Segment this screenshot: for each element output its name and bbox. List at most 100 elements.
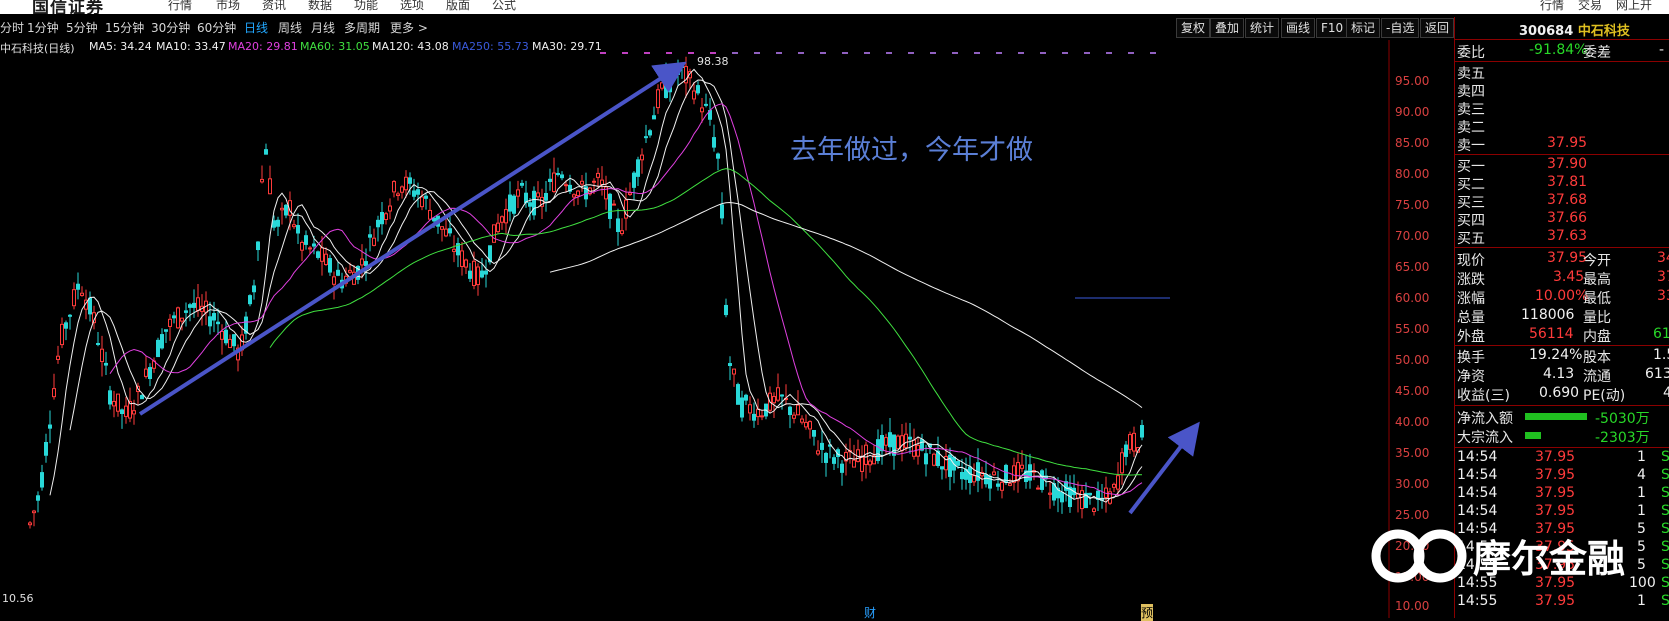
menu-right-hangqing[interactable]: 行情 (1540, 0, 1564, 13)
menu-xuanxiang[interactable]: 选项 (400, 0, 424, 13)
f10-button[interactable]: F10 (1316, 18, 1349, 38)
period-30min[interactable]: 30分钟 (151, 19, 190, 36)
ytick: 85.00 (1395, 136, 1430, 150)
candle-body (724, 304, 728, 316)
candle-body (120, 409, 124, 415)
candle-body (328, 258, 332, 273)
period-fenshi[interactable]: 分时 (0, 19, 24, 36)
menu-shichang[interactable]: 市场 (216, 0, 240, 13)
candle-body (716, 153, 720, 159)
buy5-row: 买五 37.63 (1457, 228, 1588, 247)
candle-body (648, 130, 652, 136)
ytick: 40.00 (1395, 415, 1430, 429)
menu-gongneng[interactable]: 功能 (354, 0, 378, 13)
candle-body (452, 248, 456, 252)
ytick: 45.00 (1395, 384, 1430, 398)
low-price-label: 10.56 (2, 592, 34, 605)
menu-shuju[interactable]: 数据 (308, 0, 332, 13)
candle-body (808, 421, 812, 430)
candle-body (972, 475, 976, 483)
period-1min[interactable]: 1分钟 (27, 19, 59, 36)
candle-body (732, 368, 736, 375)
signal-dot (732, 52, 738, 54)
menu-zixun[interactable]: 资讯 (262, 0, 286, 13)
ytick: 25.00 (1395, 508, 1430, 522)
period-15min[interactable]: 15分钟 (105, 19, 144, 36)
candle-body (336, 269, 340, 276)
candle-body (816, 450, 820, 455)
period-daily[interactable]: 日线 (244, 19, 268, 36)
signal-dot (1084, 52, 1090, 54)
candle-body (628, 192, 632, 196)
menu-right-jiaoyi[interactable]: 交易 (1578, 0, 1602, 13)
restore-rights-button[interactable]: 复权 (1176, 18, 1211, 38)
candle-body (1140, 425, 1144, 438)
signal-dot (754, 52, 760, 54)
signal-dot (974, 52, 980, 54)
kline-chart[interactable] (0, 40, 1454, 618)
period-60min[interactable]: 60分钟 (197, 19, 236, 36)
ytick: 65.00 (1395, 260, 1430, 274)
candle-body (1020, 464, 1024, 469)
candle-body (700, 107, 704, 113)
sell2-row: 卖二 (1457, 120, 1485, 136)
candle-body (348, 269, 352, 273)
candle-body (176, 307, 180, 329)
broker-logo: 国信证券 (32, 0, 104, 14)
candle-body (396, 193, 400, 196)
overlay-button[interactable]: 叠加 (1210, 18, 1245, 38)
candle-body (860, 456, 864, 472)
mark-button[interactable]: 标记 (1346, 18, 1381, 38)
signal-dot (820, 52, 826, 54)
candle-body (728, 363, 732, 366)
menu-right-wangshang[interactable]: 网上开 (1616, 0, 1652, 13)
candle-body (472, 260, 476, 286)
candle-body (616, 218, 620, 233)
candle-body (412, 190, 416, 197)
candle-body (108, 390, 112, 405)
weibi-label: 委比 (1457, 45, 1485, 61)
candle-body (300, 242, 304, 251)
signal-dot (1040, 52, 1046, 54)
menu-banmian[interactable]: 版面 (446, 0, 470, 13)
menu-hangqing[interactable]: 行情 (168, 0, 192, 13)
candle-body (744, 394, 748, 401)
candle-body (448, 228, 452, 234)
candle-body (460, 250, 464, 267)
candle-body (876, 439, 880, 461)
menu-gongshi[interactable]: 公式 (492, 0, 516, 13)
candle-body (620, 230, 624, 235)
financial-report-marker[interactable]: 财 (864, 604, 876, 621)
candle-body (592, 180, 596, 183)
candle-body (424, 195, 428, 199)
candle-body (956, 460, 960, 466)
candle-body (1088, 492, 1092, 496)
candle-body (40, 472, 44, 488)
candle-body (692, 90, 696, 100)
candle-body (552, 172, 556, 192)
forecast-marker[interactable]: 预 (1141, 604, 1154, 621)
remove-watchlist-button[interactable]: -自选 (1381, 18, 1420, 38)
candle-body (704, 103, 708, 106)
period-5min[interactable]: 5分钟 (66, 19, 98, 36)
candle-body (840, 463, 844, 473)
candle-body (420, 196, 424, 208)
period-weekly[interactable]: 周线 (278, 19, 302, 36)
candle-body (28, 522, 32, 526)
candle-body (168, 318, 172, 327)
back-button[interactable]: 返回 (1420, 18, 1455, 38)
draw-line-button[interactable]: 画线 (1281, 18, 1316, 38)
candle-body (696, 85, 700, 94)
candle-body (760, 415, 764, 418)
period-monthly[interactable]: 月线 (311, 19, 335, 36)
period-multi[interactable]: 多周期 (344, 19, 380, 36)
candle-body (32, 510, 36, 514)
sell3-row: 卖三 (1457, 102, 1485, 118)
candle-body (140, 394, 144, 400)
period-more[interactable]: 更多 > (390, 19, 428, 36)
candle-body (148, 367, 152, 380)
candle-body (660, 82, 664, 89)
statistics-button[interactable]: 统计 (1245, 18, 1280, 38)
stat-row: 换手19.24%股本1.5 (1457, 347, 1669, 366)
candle-body (988, 475, 992, 489)
